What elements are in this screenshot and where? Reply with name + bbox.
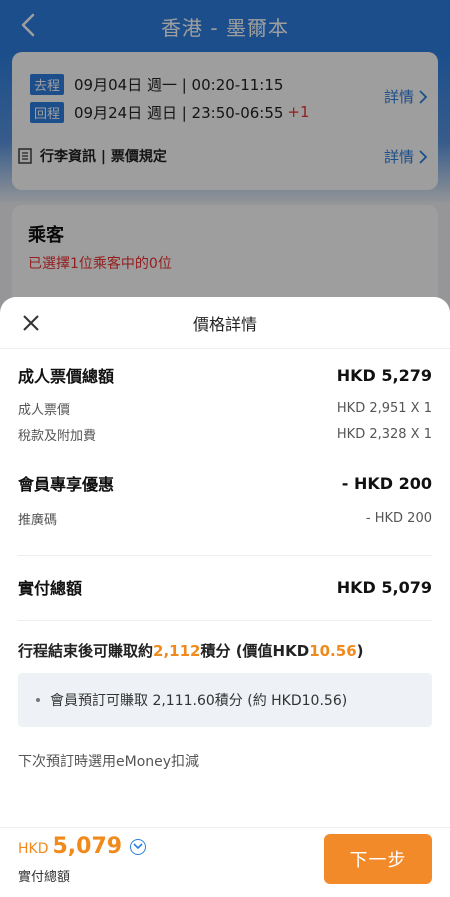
footer-amount: 5,079 [52,834,123,859]
points-prefix: 行程結束後可賺取約 [18,642,154,660]
footer-total-label: 實付總額 [18,870,71,885]
points-middle: 積分 (價值HKD [200,642,310,660]
next-step-button[interactable]: 下一步 [324,834,432,884]
close-icon[interactable] [22,314,40,332]
bullet-icon [36,698,40,702]
adult-fare-row: 成人票價 HKD 2,951 X 1 [18,399,432,418]
taxes-label: 稅款及附加費 [18,429,97,444]
points-detail-box: 會員預訂可賺取 2,111.60積分 (約 HKD10.56) [18,673,432,727]
promo-code-row: 推廣碼 - HKD 200 [18,509,432,528]
points-earn-line: 行程結束後可賺取約2,112積分 (價值HKD10.56) [18,640,432,661]
footer-currency: HKD [18,841,49,857]
taxes-value: HKD 2,328 X 1 [336,427,432,442]
chevron-down-icon[interactable] [130,838,147,855]
payable-total-value: HKD 5,079 [336,577,432,597]
price-details-sheet: 價格詳情 成人票價總額 HKD 5,279 成人票價 HKD 2,951 X 1… [0,297,450,897]
section-divider [18,555,432,556]
promo-code-label: 推廣碼 [18,513,58,528]
payable-total-label: 實付總額 [18,579,83,598]
adult-fare-label: 成人票價 [18,403,71,418]
points-detail-text: 會員預訂可賺取 2,111.60積分 (約 HKD10.56) [50,693,348,709]
member-discount-value: - HKD 200 [341,473,432,493]
payable-total-row: 實付總額 HKD 5,079 [18,575,432,599]
promo-code-value: - HKD 200 [365,511,432,526]
adult-total-label: 成人票價總額 [18,367,115,386]
adult-total-row: 成人票價總額 HKD 5,279 [18,363,432,387]
points-worth-value: 10.56 [309,642,357,660]
section-divider [18,620,432,621]
member-discount-label: 會員專享優惠 [18,475,115,494]
points-value: 2,112 [153,642,201,660]
footer-total[interactable]: HKD 5,079 [18,834,147,859]
points-suffix: ) [356,642,364,660]
sheet-header: 價格詳情 [0,297,450,349]
member-discount-row: 會員專享優惠 - HKD 200 [18,471,432,495]
adult-fare-value: HKD 2,951 X 1 [336,401,432,416]
emoney-note: 下次預訂時選用eMoney扣減 [18,754,200,770]
adult-total-value: HKD 5,279 [336,365,432,385]
checkout-footer: HKD 5,079 實付總額 下一步 [0,827,450,897]
taxes-row: 稅款及附加費 HKD 2,328 X 1 [18,425,432,444]
sheet-title: 價格詳情 [192,314,257,334]
